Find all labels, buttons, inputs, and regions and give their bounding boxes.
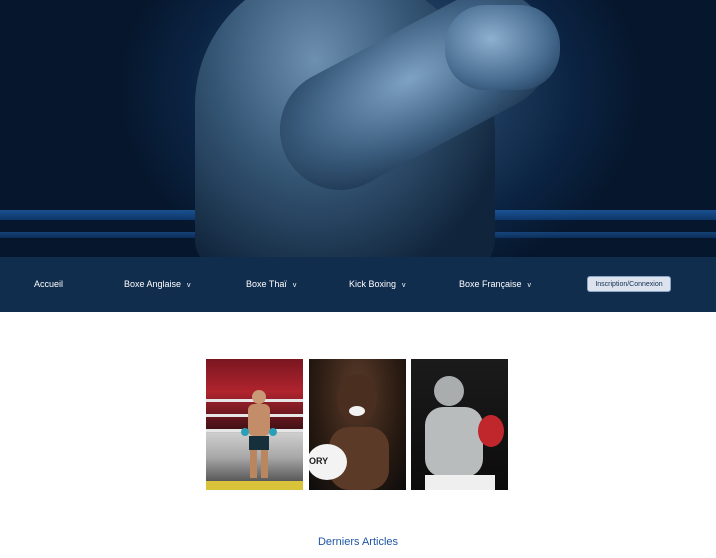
- boxer-guard-image: [425, 376, 504, 490]
- nav-item-label: Boxe Anglaise: [124, 279, 182, 289]
- nav-item-boxe-thai[interactable]: Boxe Thaï v: [246, 257, 296, 312]
- chevron-down-icon: v: [187, 282, 191, 289]
- gallery-photo-boxer-shouting[interactable]: ORY: [309, 359, 406, 490]
- chevron-down-icon: v: [402, 282, 406, 289]
- boxer-in-ring-image: [206, 390, 303, 490]
- chevron-down-icon: v: [292, 282, 297, 289]
- nav-item-boxe-anglaise[interactable]: Boxe Anglaise v: [124, 257, 191, 312]
- nav-item-label: Accueil: [34, 279, 64, 289]
- nav-item-boxe-francaise[interactable]: Boxe Française v: [459, 257, 531, 312]
- nav-item-label: Kick Boxing: [349, 279, 397, 289]
- glove-text: ORY: [309, 456, 329, 466]
- nav-item-kick-boxing[interactable]: Kick Boxing v: [349, 257, 406, 312]
- nav-item-accueil[interactable]: Accueil: [34, 257, 63, 312]
- chevron-down-icon: v: [527, 282, 532, 289]
- section-title-derniers-articles: Derniers Articles: [317, 536, 399, 548]
- boxer-shouting-image: [309, 374, 389, 490]
- boxer-fists: [445, 5, 560, 90]
- nav-item-label: Boxe Française: [459, 279, 522, 289]
- login-button[interactable]: Inscription/Connexion: [587, 276, 671, 292]
- hero-banner: [0, 0, 716, 257]
- nav-item-label: Boxe Thaï: [246, 279, 287, 289]
- gallery-photo-boxer-in-ring[interactable]: [206, 359, 303, 490]
- gallery-photo-boxer-guard[interactable]: [411, 359, 508, 490]
